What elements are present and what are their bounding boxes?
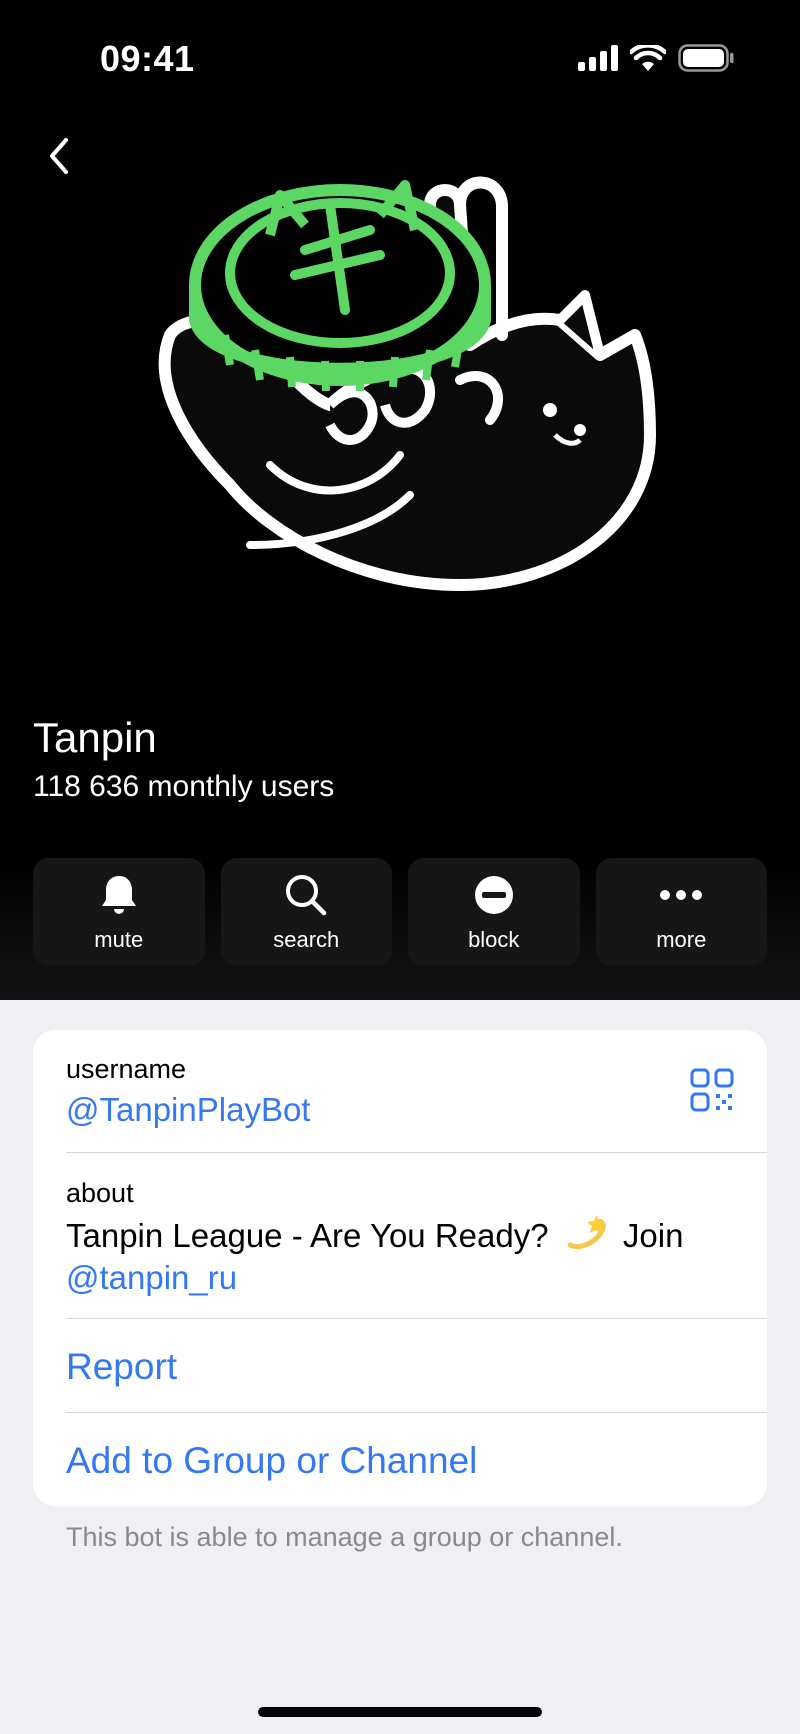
- username-row[interactable]: username @TanpinPlayBot: [66, 1054, 767, 1129]
- search-label: search: [273, 927, 340, 952]
- divider: [66, 1412, 767, 1413]
- battery-icon: [678, 44, 734, 72]
- about-description: Tanpin League - Are You Ready?: [66, 1217, 549, 1254]
- status-icons: [578, 44, 734, 72]
- profile-name: Tanpin: [33, 714, 157, 761]
- search-icon: [286, 875, 327, 916]
- mute-button[interactable]: mute: [33, 858, 205, 966]
- about-text: Tanpin League - Are You Ready? Join @tan…: [66, 1215, 727, 1299]
- mute-label: mute: [94, 927, 144, 952]
- block-label: block: [468, 927, 520, 952]
- wifi-icon: [630, 45, 666, 71]
- about-label: about: [66, 1178, 134, 1208]
- profile-header: 09:41 Tanpin 118 636 monthly users mute …: [0, 0, 800, 1000]
- search-button[interactable]: search: [220, 858, 392, 966]
- action-buttons: mute search block more: [33, 858, 767, 966]
- about-row: about Tanpin League - Are You Ready? Joi…: [66, 1178, 727, 1299]
- about-join: Join: [622, 1217, 684, 1254]
- bell-icon: [101, 876, 136, 914]
- more-button[interactable]: more: [595, 858, 767, 966]
- status-time: 09:41: [100, 38, 195, 79]
- divider: [66, 1318, 767, 1319]
- signal-icon: [578, 45, 618, 71]
- home-indicator: [258, 1707, 542, 1717]
- info-card: username @TanpinPlayBot about Tanpin Lea…: [33, 1030, 767, 1506]
- block-button[interactable]: block: [408, 858, 580, 966]
- qr-code-icon[interactable]: [690, 1068, 734, 1112]
- username-label: username: [66, 1054, 187, 1084]
- more-label: more: [656, 927, 707, 952]
- back-chevron-icon[interactable]: [38, 128, 82, 184]
- add-to-group-button[interactable]: Add to Group or Channel: [66, 1440, 767, 1482]
- username-value[interactable]: @TanpinPlayBot: [66, 1091, 767, 1129]
- footer-note: This bot is able to manage a group or ch…: [66, 1522, 623, 1552]
- block-icon: [474, 876, 513, 914]
- more-icon: [660, 890, 703, 900]
- avatar-cat-coin-icon: [158, 176, 656, 591]
- report-button[interactable]: Report: [66, 1346, 767, 1388]
- divider: [66, 1152, 767, 1153]
- status-bar: 09:41: [0, 0, 800, 120]
- profile-monthly-users: 118 636 monthly users: [33, 770, 335, 803]
- dizzy-emoji-icon: [567, 1215, 606, 1249]
- about-channel-link[interactable]: @tanpin_ru: [66, 1259, 237, 1296]
